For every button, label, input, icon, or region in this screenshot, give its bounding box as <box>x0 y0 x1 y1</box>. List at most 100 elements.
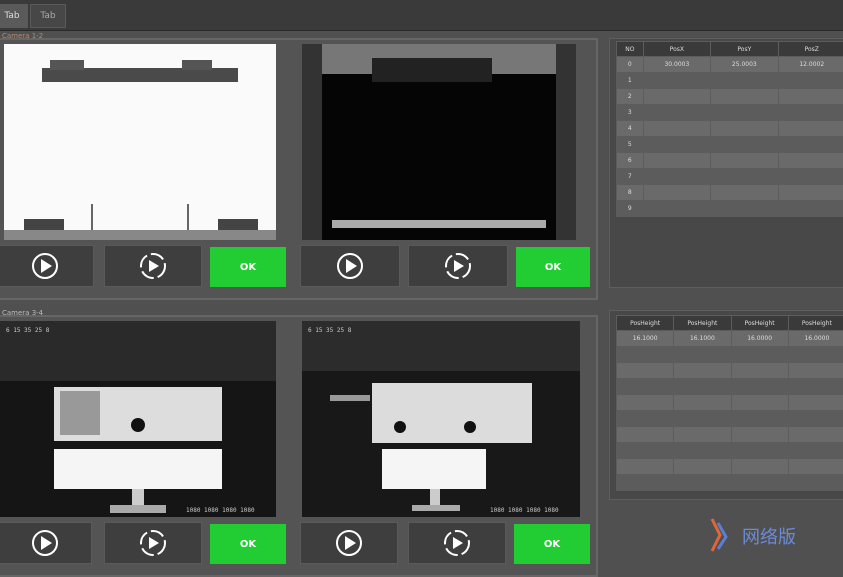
table-row[interactable]: 7 <box>617 169 843 185</box>
table-cell <box>788 379 843 395</box>
bottom-results-table: PosHeight PosHeight PosHeight PosHeight … <box>616 315 843 491</box>
tab-1[interactable]: Tab <box>0 4 28 28</box>
table-cell <box>778 185 843 201</box>
table-cell <box>643 185 710 201</box>
table-cell <box>674 363 731 379</box>
table-row[interactable] <box>617 475 843 491</box>
table-cell <box>778 121 843 137</box>
table-cell <box>643 169 710 185</box>
table-cell <box>731 427 788 443</box>
table-cell <box>617 411 674 427</box>
table-row[interactable] <box>617 347 843 363</box>
table-cell <box>617 475 674 491</box>
camera-4-play-button[interactable] <box>300 522 398 564</box>
table-row[interactable]: 5 <box>617 137 843 153</box>
play-icon <box>335 251 365 281</box>
table-row[interactable] <box>617 395 843 411</box>
table-cell <box>643 73 710 89</box>
table-cell: 0 <box>617 57 644 73</box>
table-cell <box>778 89 843 105</box>
top-results-panel: NO PosX PosY PosZ 030.000325.000312.0002… <box>609 38 843 288</box>
watermark-text: 网络版 <box>742 523 796 549</box>
camera-2-play-button[interactable] <box>300 245 400 287</box>
table-cell <box>731 363 788 379</box>
table-row[interactable] <box>617 379 843 395</box>
camera-4-view[interactable]: 6 15 35 25 8 1080 1080 1080 1080 <box>302 321 580 517</box>
table-cell <box>617 443 674 459</box>
table-cell <box>788 395 843 411</box>
camera-2-loop-button[interactable] <box>408 245 508 287</box>
camera-1-play-button[interactable] <box>0 245 94 287</box>
tab-bar: Tab Tab <box>0 0 843 31</box>
table-cell <box>617 395 674 411</box>
loop-play-icon <box>443 251 473 281</box>
table-cell <box>778 105 843 121</box>
table-row[interactable] <box>617 427 843 443</box>
table-cell <box>788 443 843 459</box>
table-cell <box>674 411 731 427</box>
table-cell <box>711 153 778 169</box>
table-cell: 2 <box>617 89 644 105</box>
table-row[interactable]: 030.000325.000312.0002 <box>617 57 843 73</box>
table-cell <box>643 153 710 169</box>
table-cell <box>711 137 778 153</box>
table-row[interactable]: 3 <box>617 105 843 121</box>
camera-3-scale-text: 6 15 35 25 8 <box>6 327 49 334</box>
table-cell <box>617 347 674 363</box>
table-cell: 3 <box>617 105 644 121</box>
table-row[interactable] <box>617 459 843 475</box>
table-header: PosHeight <box>674 316 731 331</box>
camera-2-view[interactable] <box>302 44 576 240</box>
table-cell <box>731 459 788 475</box>
camera-3-loop-button[interactable] <box>104 522 202 564</box>
table-row[interactable] <box>617 411 843 427</box>
table-cell <box>711 201 778 217</box>
table-cell <box>617 427 674 443</box>
camera-1-loop-button[interactable] <box>104 245 202 287</box>
table-cell <box>711 89 778 105</box>
table-cell <box>617 379 674 395</box>
table-cell <box>788 475 843 491</box>
table-cell <box>674 459 731 475</box>
table-cell <box>778 73 843 89</box>
camera-4-loop-button[interactable] <box>408 522 506 564</box>
table-cell <box>788 411 843 427</box>
tab-2[interactable]: Tab <box>30 4 66 28</box>
table-cell <box>778 153 843 169</box>
table-cell <box>643 89 710 105</box>
table-row[interactable]: 9 <box>617 201 843 217</box>
table-cell: 16.1000 <box>617 331 674 347</box>
table-header: NO <box>617 42 644 57</box>
table-cell: 30.0003 <box>643 57 710 73</box>
play-icon <box>334 528 364 558</box>
camera-3-play-button[interactable] <box>0 522 92 564</box>
table-cell: 8 <box>617 185 644 201</box>
table-cell <box>711 73 778 89</box>
table-cell: 1 <box>617 73 644 89</box>
table-row[interactable]: 16.100016.100016.000016.0000 <box>617 331 843 347</box>
loop-play-icon <box>442 528 472 558</box>
table-row[interactable]: 6 <box>617 153 843 169</box>
table-header: PosHeight <box>731 316 788 331</box>
top-results-table: NO PosX PosY PosZ 030.000325.000312.0002… <box>616 41 843 217</box>
table-cell <box>711 105 778 121</box>
table-cell: 25.0003 <box>711 57 778 73</box>
table-cell: 16.0000 <box>731 331 788 347</box>
table-row[interactable]: 2 <box>617 89 843 105</box>
table-header: PosZ <box>778 42 843 57</box>
table-row[interactable]: 4 <box>617 121 843 137</box>
table-cell <box>778 137 843 153</box>
table-row[interactable]: 1 <box>617 73 843 89</box>
top-camera-panel: OK OK <box>0 38 598 300</box>
table-cell: 16.1000 <box>674 331 731 347</box>
table-row[interactable] <box>617 363 843 379</box>
play-icon <box>30 528 60 558</box>
table-row[interactable] <box>617 443 843 459</box>
camera-4-scale-text: 6 15 35 25 8 <box>308 327 351 334</box>
camera-4-coordinates: 1080 1080 1080 1080 <box>490 507 559 514</box>
table-header: PosX <box>643 42 710 57</box>
camera-3-view[interactable]: 6 15 35 25 8 1080 1080 1080 1080 <box>0 321 276 517</box>
table-row[interactable]: 8 <box>617 185 843 201</box>
table-cell <box>731 475 788 491</box>
camera-1-view[interactable] <box>4 44 276 240</box>
